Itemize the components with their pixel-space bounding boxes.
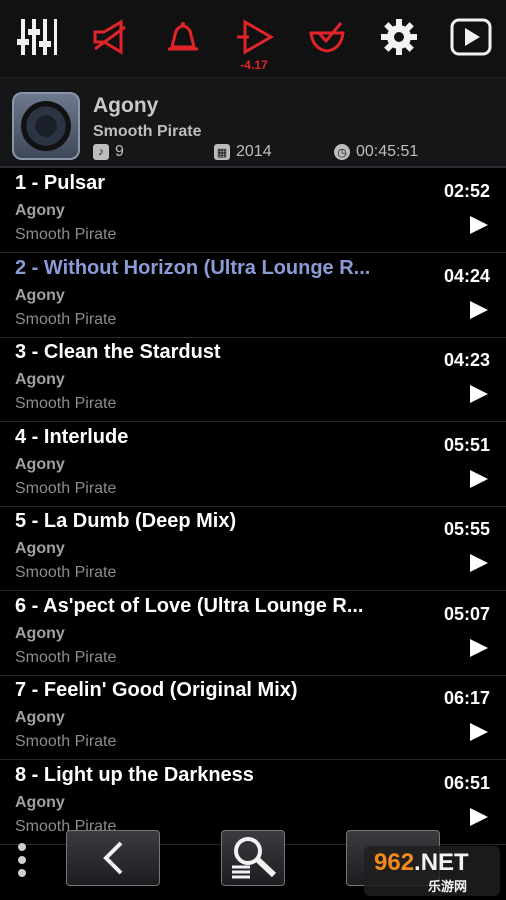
chevron-left-icon xyxy=(103,841,123,875)
album-duration: ◷ 00:45:51 xyxy=(334,143,418,161)
back-button[interactable] xyxy=(66,830,160,886)
album-year: ▦ 2014 xyxy=(214,143,272,161)
music-note-icon: ♪ xyxy=(93,144,109,160)
track-count-value: 9 xyxy=(115,143,124,160)
track-artist: Smooth Pirate xyxy=(15,564,117,581)
album-cover[interactable] xyxy=(12,92,80,160)
play-icon[interactable] xyxy=(470,300,488,319)
track-artist: Smooth Pirate xyxy=(15,226,117,243)
track-album: Agony xyxy=(15,624,65,642)
play-icon[interactable] xyxy=(470,554,488,572)
track-row[interactable]: 4 - Interlude Agony Smooth Pirate 05:51 xyxy=(0,423,506,507)
track-count: ♪ 9 xyxy=(93,143,124,161)
track-artist: Smooth Pirate xyxy=(15,395,117,412)
watermark-sub: 乐游网 xyxy=(428,879,468,894)
watermark: 962.NET 乐游网 xyxy=(364,846,500,896)
track-album: Agony xyxy=(15,286,65,304)
track-duration: 06:51 xyxy=(443,772,490,793)
play-icon[interactable] xyxy=(470,723,488,741)
search-button[interactable] xyxy=(221,830,285,886)
track-title: 1 - Pulsar xyxy=(15,172,106,194)
track-row[interactable]: 7 - Feelin' Good (Original Mix) Agony Smoo… xyxy=(0,676,506,760)
track-row[interactable]: 2 - Without Horizon (Ultra Lounge R... Ag… xyxy=(0,254,506,338)
track-title: 4 - Interlude xyxy=(15,425,129,448)
bell-icon[interactable] xyxy=(160,14,206,60)
calendar-icon: ▦ xyxy=(214,144,230,160)
track-album: Agony xyxy=(15,455,65,473)
track-duration: 06:17 xyxy=(443,688,490,708)
track-row[interactable]: 1 - Pulsar Agony Smooth Pirate 02:52 xyxy=(0,169,506,253)
play-icon[interactable] xyxy=(470,638,488,657)
track-title: 8 - Light up the Darkness xyxy=(15,763,254,786)
track-artist: Smooth Pirate xyxy=(15,479,117,497)
album-title: Agony xyxy=(93,94,159,117)
track-title: 6 - As'pect of Love (Ultra Lounge R... xyxy=(15,594,364,617)
track-duration: 04:24 xyxy=(443,265,490,286)
track-duration: 02:52 xyxy=(443,181,490,201)
album-year-value: 2014 xyxy=(236,143,272,160)
track-title: 3 - Clean the Stardust xyxy=(15,341,221,363)
play-icon[interactable] xyxy=(470,469,488,488)
equalizer-icon[interactable] xyxy=(14,14,60,60)
track-album: Agony xyxy=(15,371,65,388)
track-row[interactable]: 5 - La Dumb (Deep Mix) Agony Smooth Pirate… xyxy=(0,507,506,591)
play-icon[interactable] xyxy=(470,385,488,403)
play-box-icon[interactable] xyxy=(448,14,494,60)
play-gain-icon[interactable] xyxy=(232,14,278,60)
track-row[interactable]: 6 - As'pect of Love (Ultra Lounge R... Ag… xyxy=(0,592,506,676)
track-duration: 05:55 xyxy=(443,519,490,539)
album-duration-value: 00:45:51 xyxy=(356,143,419,160)
track-artist: Smooth Pirate xyxy=(15,733,117,750)
menu-dots-icon[interactable] xyxy=(18,843,28,883)
gain-value: -4.17 xyxy=(240,58,268,72)
track-title: 2 - Without Horizon (Ultra Lounge R... xyxy=(15,256,371,279)
gear-icon[interactable] xyxy=(376,14,422,60)
track-duration: 04:23 xyxy=(443,350,490,370)
track-artist: Smooth Pirate xyxy=(15,310,117,328)
play-icon[interactable] xyxy=(470,807,488,826)
track-album: Agony xyxy=(15,709,65,726)
top-toolbar: -4.17 xyxy=(0,0,506,78)
volume-icon[interactable] xyxy=(88,14,134,60)
track-album: Agony xyxy=(15,540,65,557)
track-duration: 05:07 xyxy=(443,603,490,624)
clock-icon: ◷ xyxy=(334,144,350,160)
watermark-brand: 962.NET xyxy=(374,849,469,876)
speaker-icon xyxy=(21,101,71,151)
search-icon xyxy=(232,837,277,879)
track-album: Agony xyxy=(15,202,65,219)
track-artist: Smooth Pirate xyxy=(15,648,117,666)
check-bowl-icon[interactable] xyxy=(304,14,350,60)
track-title: 7 - Feelin' Good (Original Mix) xyxy=(15,679,298,701)
track-album: Agony xyxy=(15,793,65,811)
track-title: 5 - La Dumb (Deep Mix) xyxy=(15,510,237,532)
track-duration: 05:51 xyxy=(443,434,490,455)
track-row[interactable]: 3 - Clean the Stardust Agony Smooth Pirate… xyxy=(0,338,506,422)
album-artist: Smooth Pirate xyxy=(93,123,202,140)
play-icon[interactable] xyxy=(470,216,488,234)
